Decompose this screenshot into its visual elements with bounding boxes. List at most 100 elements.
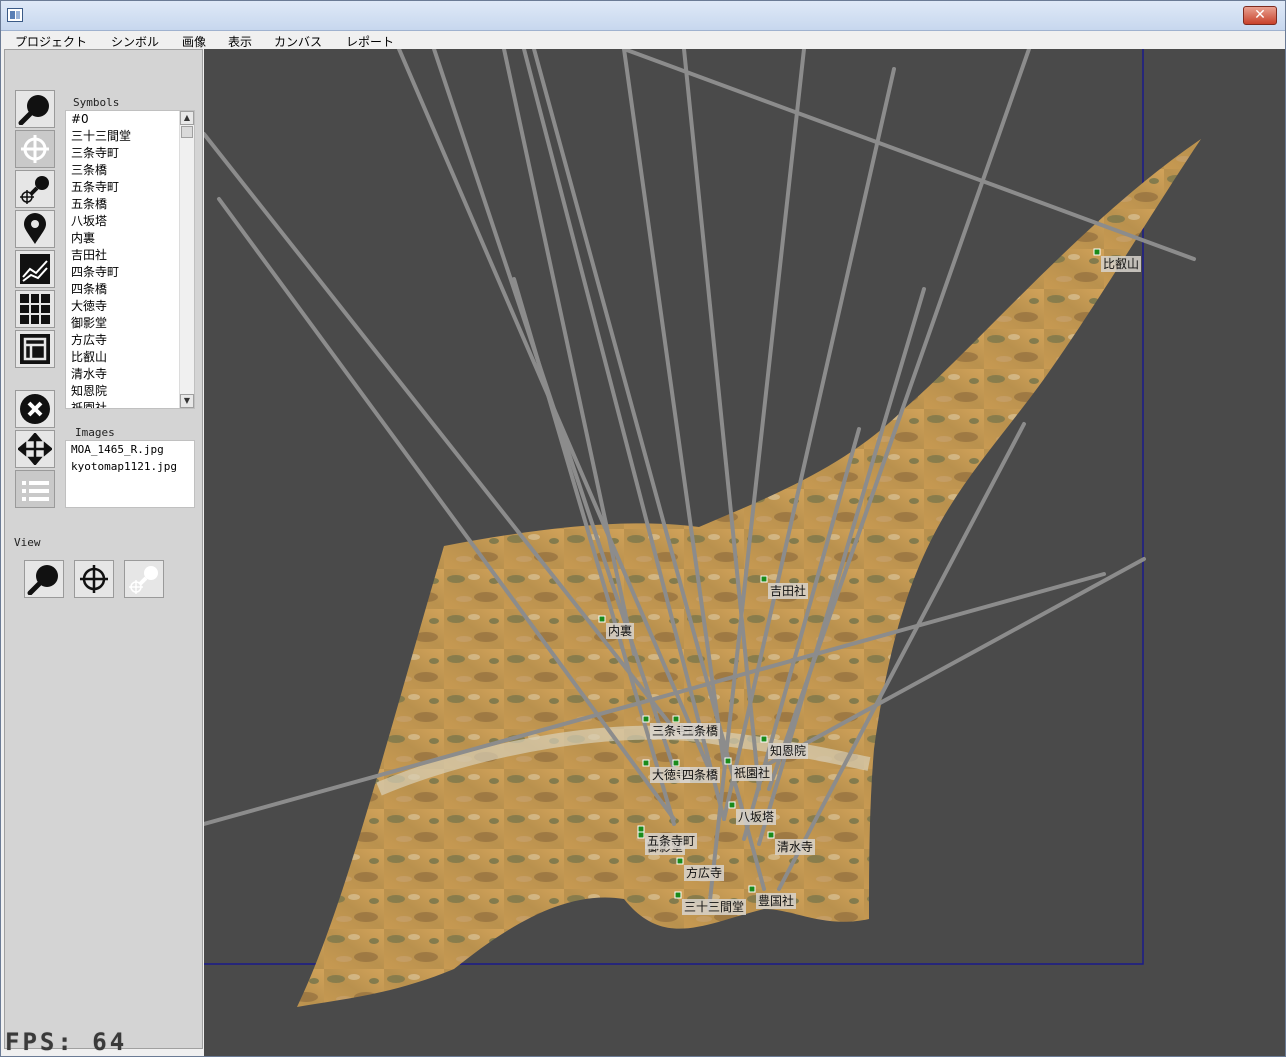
symbol-list-item[interactable]: 三十三間堂 — [66, 128, 194, 145]
symbol-list-item[interactable]: 清水寺 — [66, 366, 194, 383]
marker-square-icon[interactable] — [672, 715, 680, 723]
warped-map-image — [297, 139, 1201, 1007]
marker-square-icon[interactable] — [672, 759, 680, 767]
symbol-list-item[interactable]: 五条寺町 — [66, 179, 194, 196]
layout-tool-button[interactable] — [15, 330, 55, 368]
marker-square-icon[interactable] — [767, 831, 775, 839]
symbol-list-item[interactable]: 四条寺町 — [66, 264, 194, 281]
marker-label: 内裏 — [608, 623, 632, 638]
menu-canvas[interactable]: カンバス — [274, 33, 322, 50]
app-icon — [7, 8, 23, 22]
marker-square-icon[interactable] — [760, 575, 768, 583]
symbol-list-item[interactable]: 八坂塔 — [66, 213, 194, 230]
symbol-list-item[interactable]: 祇園社 — [66, 400, 194, 408]
map-canvas[interactable]: 比叡山吉田社内裏三条寺町三条橋知恩院大徳寺四条橋祇園社八坂塔清水寺御影堂五条寺町… — [204, 49, 1285, 1056]
zoom-tool-button[interactable] — [15, 90, 55, 128]
menu-report[interactable]: レポート — [346, 33, 394, 50]
image-list-item[interactable]: kyotomap1121.jpg — [66, 458, 194, 475]
symbol-list-item[interactable]: 方広寺 — [66, 332, 194, 349]
crosshair-tool-button[interactable] — [15, 130, 55, 168]
marker-square-icon[interactable] — [728, 801, 736, 809]
scroll-down-arrow-icon[interactable]: ▼ — [180, 394, 194, 408]
magnifier-icon — [18, 95, 49, 125]
marker-label: 五条寺町 — [647, 834, 695, 848]
layout-icon — [20, 334, 50, 364]
images-label: Images — [75, 426, 115, 439]
marker-square-icon[interactable] — [637, 831, 645, 839]
zoom-crosshair-icon — [129, 566, 158, 594]
symbols-label: Symbols — [73, 96, 120, 109]
map-pin-icon — [24, 213, 46, 244]
marker-square-icon[interactable] — [1093, 248, 1101, 256]
marker-square-icon[interactable] — [642, 715, 650, 723]
marker-square-icon[interactable] — [598, 615, 606, 623]
images-rows: MOA_1465_R.jpg kyotomap1121.jpg — [66, 441, 194, 475]
marker-square-icon[interactable] — [637, 825, 645, 833]
symbol-list-item[interactable]: 四条橋 — [66, 281, 194, 298]
crosshair-icon — [21, 135, 49, 163]
chart-tool-button[interactable] — [15, 250, 55, 288]
menu-view[interactable]: 表示 — [228, 33, 252, 50]
symbols-list[interactable]: #0 三十三間堂 三条寺町 三条橋 五条寺町 五条橋 八坂塔 内裏 吉田社 四条寺町 四条橋 大徳寺御… — [65, 110, 195, 409]
line-chart-icon — [20, 254, 50, 284]
symbols-rows: #0 三十三間堂 三条寺町 三条橋 五条寺町 五条橋 八坂塔 内裏 吉田社 四条寺町 四条橋 大徳寺御… — [66, 111, 194, 408]
symbol-list-item[interactable]: 内裏 — [66, 230, 194, 247]
marker-label: 吉田社 — [770, 583, 806, 598]
symbol-list-item[interactable]: 大徳寺 — [66, 298, 194, 315]
marker-label: 清水寺 — [777, 840, 813, 854]
view-zoom-point-button[interactable] — [124, 560, 164, 598]
title-bar: ✕ — [1, 1, 1285, 31]
marker-square-icon[interactable] — [642, 759, 650, 767]
symbol-list-item[interactable]: #0 — [66, 111, 194, 128]
symbol-list-item[interactable]: 五条橋 — [66, 196, 194, 213]
grid-icon — [20, 294, 50, 324]
marker-label: 三十三間堂 — [684, 900, 744, 914]
zoom-crosshair-icon — [20, 176, 49, 204]
view-zoom-button[interactable] — [24, 560, 64, 598]
close-button[interactable]: ✕ — [1243, 6, 1277, 25]
fps-counter: FPS: 64 — [5, 1028, 128, 1056]
close-circle-icon — [20, 394, 50, 424]
images-list[interactable]: MOA_1465_R.jpg kyotomap1121.jpg — [65, 440, 195, 508]
app-window: ✕ プロジェクト シンボル 画像 表示 カンバス レポート Symbols #0… — [0, 0, 1286, 1057]
list-tool-button[interactable] — [15, 470, 55, 508]
magnifier-icon — [27, 565, 58, 595]
crosshair-icon — [80, 565, 108, 593]
marker-label: 知恩院 — [770, 744, 806, 758]
grid-tool-button[interactable] — [15, 290, 55, 328]
symbol-list-item[interactable]: 三条橋 — [66, 162, 194, 179]
symbols-scrollbar[interactable]: ▲ ▼ — [179, 111, 194, 408]
place-marker-tool-button[interactable] — [15, 210, 55, 248]
view-crosshair-button[interactable] — [74, 560, 114, 598]
image-list-item[interactable]: MOA_1465_R.jpg — [66, 441, 194, 458]
marker-square-icon[interactable] — [748, 885, 756, 893]
zoom-point-tool-button[interactable] — [15, 170, 55, 208]
menu-project[interactable]: プロジェクト — [15, 33, 87, 50]
projection-ray-line — [622, 49, 1196, 261]
move-tool-button[interactable] — [15, 430, 55, 468]
view-label: View — [14, 536, 41, 549]
delete-tool-button[interactable] — [15, 390, 55, 428]
marker-label: 八坂塔 — [738, 810, 774, 824]
scroll-up-arrow-icon[interactable]: ▲ — [180, 111, 194, 125]
symbol-list-item[interactable]: 知恩院 — [66, 383, 194, 400]
left-panel: Symbols #0 三十三間堂 三条寺町 三条橋 五条寺町 五条橋 八坂塔 内裏 吉田社 四条寺… — [4, 49, 203, 1049]
move-arrows-icon — [18, 433, 52, 465]
marker-label: 四条橋 — [682, 768, 718, 782]
scroll-thumb[interactable] — [181, 126, 193, 138]
marker-square-icon[interactable] — [674, 891, 682, 899]
symbol-list-item[interactable]: 三条寺町 — [66, 145, 194, 162]
symbol-list-item[interactable]: 比叡山 — [66, 349, 194, 366]
marker-label: 方広寺 — [686, 865, 722, 880]
menu-bar: プロジェクト シンボル 画像 表示 カンバス レポート — [1, 31, 1285, 49]
marker-square-icon[interactable] — [760, 735, 768, 743]
marker-label: 祇園社 — [734, 765, 770, 780]
marker-label: 豊国社 — [758, 893, 794, 908]
marker-square-icon[interactable] — [724, 757, 732, 765]
symbol-list-item[interactable]: 御影堂 — [66, 315, 194, 332]
marker-square-icon[interactable] — [676, 857, 684, 865]
menu-symbol[interactable]: シンボル — [111, 33, 159, 50]
menu-image[interactable]: 画像 — [182, 33, 206, 50]
symbol-list-item[interactable]: 吉田社 — [66, 247, 194, 264]
marker-label: 三条橋 — [682, 724, 718, 738]
